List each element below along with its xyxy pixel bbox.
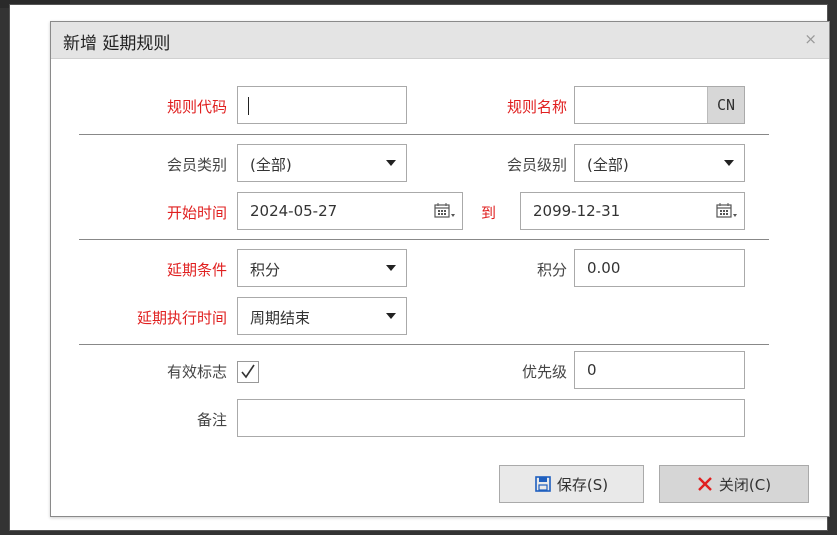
- x-icon: [698, 477, 712, 491]
- chevron-down-icon: [386, 313, 396, 319]
- priority-label: 优先级: [521, 363, 567, 381]
- points-label: 积分: [536, 261, 567, 279]
- save-button-label: 保存(S): [556, 475, 609, 494]
- separator-2: [79, 239, 769, 240]
- extend-exec-time-select[interactable]: 周期结束: [237, 297, 407, 335]
- start-date-value: 2024-05-27: [250, 202, 338, 220]
- member-level-select[interactable]: (全部): [574, 144, 745, 182]
- points-input[interactable]: 0.00: [574, 249, 745, 287]
- separator-3: [79, 344, 769, 345]
- checkmark-icon: [241, 364, 255, 379]
- rule-code-label: 规则代码: [166, 98, 227, 116]
- extend-exec-time-label: 延期执行时间: [136, 309, 227, 327]
- extend-exec-time-value: 周期结束: [250, 309, 311, 327]
- priority-input[interactable]: 0: [574, 351, 745, 389]
- member-type-label: 会员类别: [166, 156, 227, 174]
- rule-name-input[interactable]: CN: [574, 86, 745, 124]
- member-level-label: 会员级别: [506, 156, 567, 174]
- member-type-select[interactable]: (全部): [237, 144, 407, 182]
- member-type-value: (全部): [250, 156, 292, 174]
- chevron-down-icon: [724, 160, 734, 166]
- calendar-icon[interactable]: [716, 202, 738, 220]
- close-button[interactable]: 关闭(C): [659, 465, 809, 503]
- valid-flag-checkbox[interactable]: [237, 361, 259, 383]
- start-time-label: 开始时间: [166, 204, 227, 222]
- save-button[interactable]: 保存(S): [499, 465, 644, 503]
- member-level-value: (全部): [587, 156, 629, 174]
- separator-1: [79, 134, 769, 135]
- extend-condition-value: 积分: [250, 261, 281, 279]
- end-date-value: 2099-12-31: [533, 202, 621, 220]
- extend-condition-label: 延期条件: [166, 261, 227, 279]
- floppy-disk-icon: [535, 476, 551, 492]
- extension-rule-dialog: 新增 延期规则 × 规则代码 规则名称 CN 会员类别 (全部) 会员级别 (全…: [50, 21, 830, 517]
- cn-language-button[interactable]: CN: [707, 87, 744, 123]
- chevron-down-icon: [386, 265, 396, 271]
- close-button-label: 关闭(C): [718, 475, 772, 494]
- points-value: 0.00: [587, 259, 621, 277]
- text-caret: [248, 97, 249, 115]
- dialog-close-icon[interactable]: ×: [804, 30, 817, 48]
- modal-frame: 新增 延期规则 × 规则代码 规则名称 CN 会员类别 (全部) 会员级别 (全…: [9, 4, 830, 531]
- chevron-down-icon: [386, 160, 396, 166]
- extend-condition-select[interactable]: 积分: [237, 249, 407, 287]
- to-label: 到: [480, 204, 496, 222]
- remark-label: 备注: [196, 411, 227, 429]
- valid-flag-label: 有效标志: [166, 363, 227, 381]
- end-date-picker[interactable]: 2099-12-31: [520, 192, 745, 230]
- dialog-title: 新增 延期规则: [63, 34, 171, 54]
- rule-name-label: 规则名称: [506, 98, 567, 116]
- rule-code-input[interactable]: [237, 86, 407, 124]
- priority-value: 0: [587, 361, 597, 379]
- remark-input[interactable]: [237, 399, 745, 437]
- dialog-titlebar: 新增 延期规则 ×: [51, 22, 829, 59]
